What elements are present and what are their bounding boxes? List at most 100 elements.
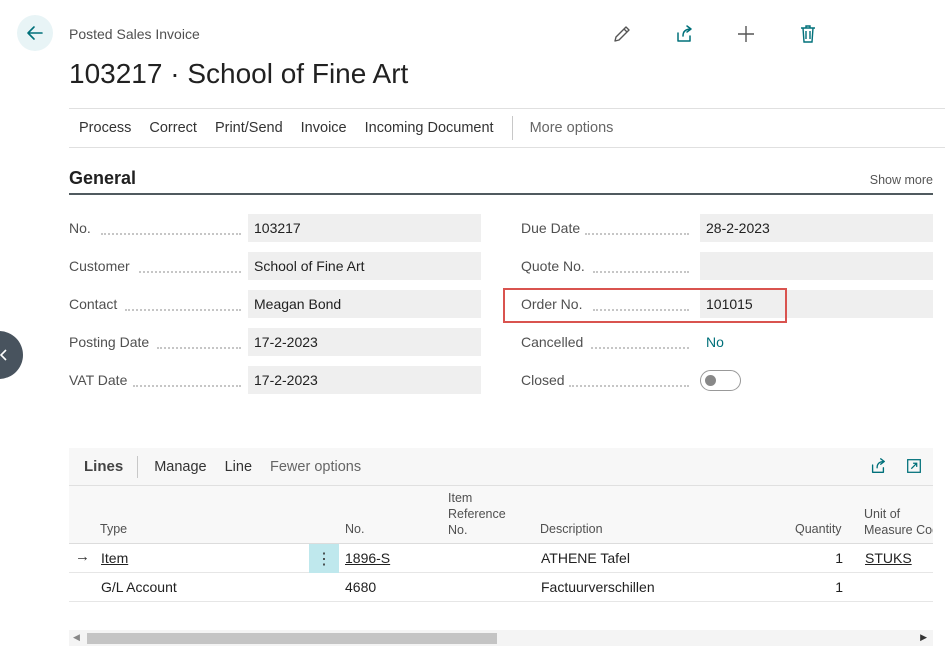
leader-dots (585, 221, 689, 235)
row-quantity[interactable]: 1 (783, 550, 843, 566)
action-bar: Process Correct Print/Send Invoice Incom… (69, 108, 945, 148)
row-no[interactable]: 1896-S (345, 550, 390, 566)
lines-action-bar: Lines Manage Line Fewer options (69, 448, 933, 486)
show-more-link[interactable]: Show more (870, 173, 933, 187)
factbox-toggle-button[interactable] (0, 331, 23, 379)
col-no[interactable]: No. (345, 521, 364, 537)
due-date-value[interactable]: 28-2-2023 (700, 214, 933, 242)
table-row[interactable]: G/L Account 4680 Factuurverschillen 1 (69, 573, 933, 602)
share-icon (677, 25, 692, 42)
row-quantity[interactable]: 1 (783, 579, 843, 595)
scroll-left-icon[interactable]: ◀ (73, 632, 80, 643)
page-type-caption: Posted Sales Invoice (69, 26, 200, 42)
field-quote-no: Quote No. (521, 252, 933, 280)
scroll-thumb[interactable] (87, 633, 497, 644)
current-row-arrow-icon: → (75, 548, 90, 565)
toggle-knob (705, 375, 716, 386)
field-due-date: Due Date 28-2-2023 (521, 214, 933, 242)
field-label: Quote No. (521, 258, 585, 274)
row-no[interactable]: 4680 (345, 579, 376, 595)
row-type[interactable]: Item (101, 550, 128, 566)
back-arrow-icon (27, 26, 43, 40)
leader-dots (139, 259, 241, 273)
lines-right-icons (869, 457, 923, 475)
delete-trash-icon (801, 25, 815, 43)
delete-button[interactable] (796, 22, 820, 46)
action-incoming-document[interactable]: Incoming Document (365, 120, 494, 136)
quote-no-value[interactable] (700, 252, 933, 280)
general-title[interactable]: General (69, 168, 136, 188)
closed-toggle[interactable] (700, 370, 741, 391)
scroll-right-icon[interactable]: ▶ (920, 632, 927, 643)
edit-pencil-icon (614, 26, 630, 42)
field-label: Customer (69, 258, 130, 274)
top-actions (610, 22, 820, 46)
row-uom[interactable]: STUKS (865, 550, 912, 566)
leader-dots (157, 335, 241, 349)
horizontal-scrollbar[interactable]: ◀ ▶ (69, 630, 933, 646)
field-vat-date: VAT Date 17-2-2023 (69, 366, 481, 394)
share-icon[interactable] (869, 457, 887, 475)
field-label: No. (69, 220, 91, 236)
col-item-ref-line1[interactable]: Item (448, 490, 472, 506)
table-row[interactable]: → Item ⋮ 1896-S ATHENE Tafel 1 STUKS (69, 544, 933, 573)
lines-manage-button[interactable]: Manage (154, 459, 206, 475)
leader-dots (101, 221, 241, 235)
chevron-left-icon (0, 349, 7, 361)
order-no-highlight-box (503, 288, 787, 323)
more-options-button[interactable]: More options (530, 120, 614, 136)
no-value[interactable]: 103217 (248, 214, 481, 242)
action-divider (511, 116, 513, 140)
leader-dots (593, 259, 689, 273)
field-no: No. 103217 (69, 214, 481, 242)
row-description[interactable]: ATHENE Tafel (541, 550, 630, 566)
col-item-ref-line3[interactable]: No. (448, 522, 467, 538)
leader-dots (569, 373, 689, 387)
leader-dots (591, 335, 689, 349)
customer-value[interactable]: School of Fine Art (248, 252, 481, 280)
share-button[interactable] (672, 22, 696, 46)
row-menu-button[interactable]: ⋮ (309, 544, 339, 573)
leader-dots (125, 297, 241, 311)
row-description[interactable]: Factuurverschillen (541, 579, 655, 595)
contact-value[interactable]: Meagan Bond (248, 290, 481, 318)
action-process[interactable]: Process (79, 120, 131, 136)
lines-line-button[interactable]: Line (225, 459, 252, 475)
posting-date-value[interactable]: 17-2-2023 (248, 328, 481, 356)
field-label: Posting Date (69, 334, 150, 350)
col-description[interactable]: Description (540, 521, 603, 537)
edit-button[interactable] (610, 22, 634, 46)
general-section-header: General Show more (69, 168, 933, 195)
vat-date-value[interactable]: 17-2-2023 (248, 366, 481, 394)
field-label: Closed (521, 372, 565, 388)
action-correct[interactable]: Correct (149, 120, 197, 136)
row-type[interactable]: G/L Account (101, 579, 177, 595)
grid-header: Type No. Item Reference No. Description … (69, 486, 933, 544)
field-customer: Customer School of Fine Art (69, 252, 481, 280)
field-label: VAT Date (69, 372, 128, 388)
action-print-send[interactable]: Print/Send (215, 120, 283, 136)
col-item-ref-line2[interactable]: Reference (448, 506, 506, 522)
field-contact: Contact Meagan Bond (69, 290, 481, 318)
col-uom-line1[interactable]: Unit of (864, 506, 900, 522)
field-label: Cancelled (521, 334, 584, 350)
back-button[interactable] (17, 15, 53, 51)
add-plus-icon (738, 26, 754, 42)
field-label: Due Date (521, 220, 581, 236)
field-posting-date: Posting Date 17-2-2023 (69, 328, 481, 356)
page-title: 103217 · School of Fine Art (69, 58, 409, 89)
fewer-options-button[interactable]: Fewer options (270, 459, 361, 475)
field-label: Contact (69, 296, 118, 312)
cancelled-value[interactable]: No (700, 328, 933, 356)
lines-divider (137, 455, 139, 478)
lines-grid: Type No. Item Reference No. Description … (69, 486, 933, 646)
col-uom-line2[interactable]: Measure Code (864, 522, 933, 538)
field-cancelled: Cancelled No (521, 328, 933, 356)
col-quantity[interactable]: Quantity (795, 521, 842, 537)
action-invoice[interactable]: Invoice (301, 120, 347, 136)
lines-title[interactable]: Lines (84, 458, 123, 475)
expand-icon[interactable] (905, 457, 923, 475)
leader-dots (133, 373, 241, 387)
new-button[interactable] (734, 22, 758, 46)
col-type[interactable]: Type (100, 521, 127, 537)
